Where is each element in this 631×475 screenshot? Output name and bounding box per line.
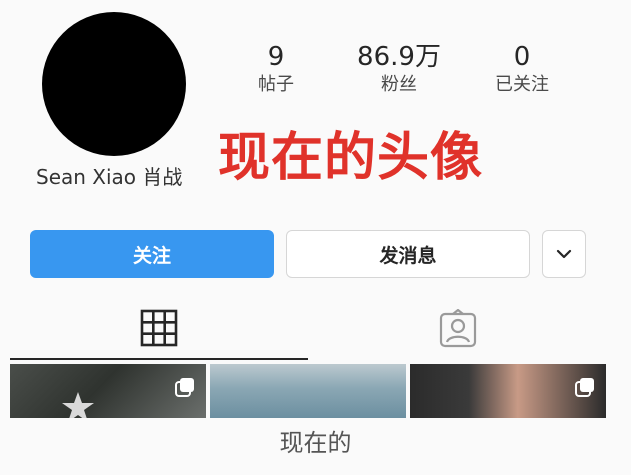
following-label: 已关注 — [495, 74, 549, 95]
fans-label: 粉丝 — [381, 74, 417, 95]
caption-text: 现在的 — [279, 429, 352, 457]
posts-count: 9 — [267, 42, 285, 72]
tagged-person-icon — [439, 309, 477, 348]
post-thumbnail[interactable] — [410, 364, 606, 418]
multiple-posts-icon — [575, 378, 594, 397]
post-thumbnail[interactable] — [210, 364, 406, 418]
grid-icon — [140, 309, 178, 347]
tab-grid[interactable] — [10, 298, 308, 360]
profile-tabs — [0, 298, 631, 360]
chevron-down-icon — [556, 249, 572, 259]
multiple-posts-icon — [175, 378, 194, 397]
username: Sean Xiao 肖战 — [36, 165, 183, 189]
message-button[interactable]: 发消息 — [286, 230, 530, 278]
avatar[interactable] — [42, 12, 186, 156]
annotation-text: 现在的头像 — [218, 128, 484, 188]
star-graphic — [62, 392, 94, 418]
stat-posts[interactable]: 9 帖子 — [216, 42, 336, 98]
post-thumbnail[interactable] — [10, 364, 206, 418]
stat-fans[interactable]: 86.9万 粉丝 — [339, 42, 459, 98]
posts-label: 帖子 — [258, 74, 294, 95]
follow-button[interactable]: 关注 — [30, 230, 274, 278]
stat-following[interactable]: 0 已关注 — [462, 42, 582, 98]
more-options-button[interactable] — [542, 230, 586, 278]
fans-count: 86.9万 — [357, 42, 441, 72]
profile-header: 9 帖子 86.9万 粉丝 0 已关注 Sean Xiao 肖战 现在的头像 关… — [0, 0, 631, 360]
following-count: 0 — [513, 42, 531, 72]
post-thumbnails — [0, 364, 631, 418]
page: 9 帖子 86.9万 粉丝 0 已关注 Sean Xiao 肖战 现在的头像 关… — [0, 0, 631, 475]
tab-tagged[interactable] — [308, 298, 608, 360]
